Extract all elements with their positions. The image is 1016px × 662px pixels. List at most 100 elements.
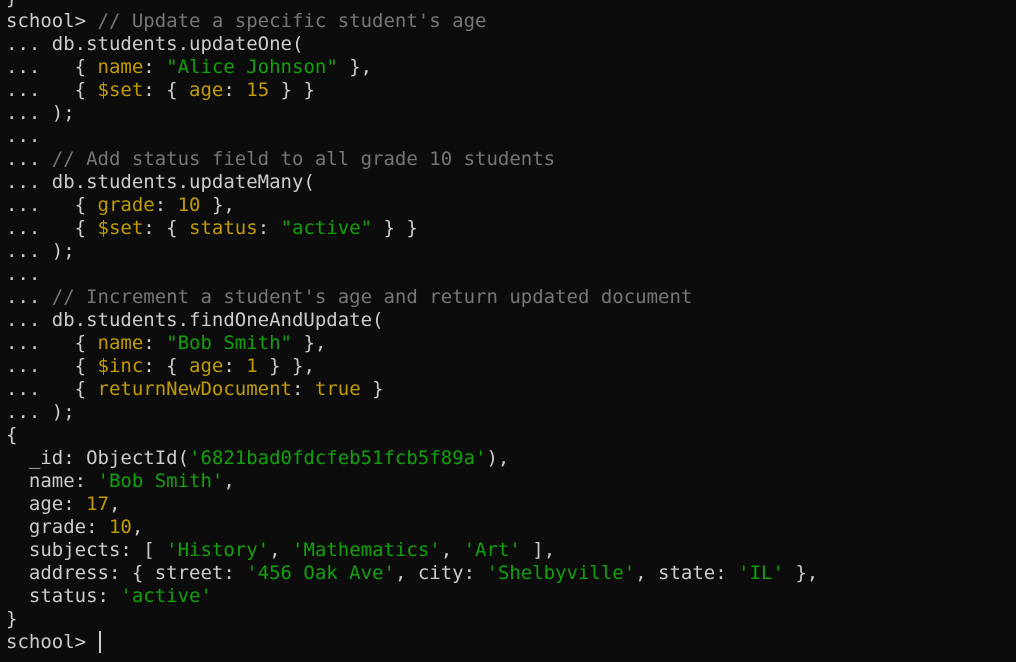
token-keyword: name — [97, 332, 144, 354]
token-default: ... { — [6, 56, 98, 78]
token-default: : { — [143, 355, 190, 377]
token-default: ... — [6, 148, 52, 170]
token-string: 'IL' — [738, 562, 784, 584]
terminal-line: subjects: [ 'History', 'Mathematics', 'A… — [6, 539, 818, 562]
token-default: } — [360, 378, 384, 400]
token-string: 'Bob Smith' — [97, 470, 224, 492]
text-cursor[interactable] — [98, 631, 101, 653]
token-default: : { — [143, 79, 190, 101]
terminal-line: } — [6, 0, 818, 10]
terminal-line: school> // Update a specific student's a… — [6, 10, 818, 33]
token-keyword: $set — [97, 79, 144, 101]
token-default: ... — [6, 125, 41, 147]
terminal-line: ... { $inc: { age: 1 } }, — [6, 355, 818, 378]
token-keyword: $set — [97, 217, 144, 239]
terminal-line: ... ); — [6, 240, 818, 263]
token-number: 1 — [246, 355, 258, 377]
token-default: : — [291, 378, 315, 400]
terminal-line: ... { grade: 10 }, — [6, 194, 818, 217]
token-default: } } — [269, 79, 315, 101]
terminal-line: ... // Increment a student's age and ret… — [6, 286, 818, 309]
token-default: } — [6, 608, 18, 630]
token-default: ... { — [6, 79, 98, 101]
terminal-line: grade: 10, — [6, 516, 818, 539]
shell-prompt: school> — [6, 631, 98, 653]
terminal-line: ... // Add status field to all grade 10 … — [6, 148, 818, 171]
terminal-line: status: 'active' — [6, 585, 818, 608]
token-number: 10 — [177, 194, 201, 216]
token-default: ... { — [6, 332, 98, 354]
terminal-line: ... — [6, 263, 818, 286]
token-default: , — [108, 493, 121, 515]
token-default: school> — [6, 10, 98, 32]
token-default: _id: ObjectId( — [6, 447, 190, 469]
token-default: name: — [6, 470, 98, 492]
token-string: 'Shelbyville' — [486, 562, 636, 584]
token-default: ... — [6, 263, 41, 285]
token-number: 17 — [86, 493, 109, 515]
token-default: ... { — [6, 194, 98, 216]
token-number: 15 — [246, 79, 270, 101]
terminal-line: ... { $set: { status: "active" } } — [6, 217, 818, 240]
terminal-line: ... { name: "Alice Johnson" }, — [6, 56, 818, 79]
token-default: ... — [6, 286, 52, 308]
terminal-line: _id: ObjectId('6821bad0fdcfeb51fcb5f89a'… — [6, 447, 818, 470]
terminal-line: ... { $set: { age: 15 } } — [6, 79, 818, 102]
token-keyword: grade — [97, 194, 155, 216]
token-comment: // Increment a student's age and return … — [51, 286, 693, 308]
token-number: 10 — [108, 516, 132, 538]
terminal-line: ... db.students.updateMany( — [6, 171, 818, 194]
token-default: : — [143, 332, 167, 354]
token-default: , city: — [394, 562, 487, 584]
token-default: }, — [200, 194, 235, 216]
prompt-line[interactable]: school> — [6, 631, 818, 654]
terminal-line: age: 17, — [6, 493, 818, 516]
token-default: : — [257, 217, 281, 239]
token-keyword: true — [314, 378, 361, 400]
token-default: , state: — [635, 562, 739, 584]
token-default: { — [6, 424, 18, 446]
terminal-window[interactable]: }school> // Update a specific student's … — [0, 0, 1016, 662]
token-default: : { — [143, 217, 190, 239]
token-string: "active" — [280, 217, 373, 239]
token-keyword: returnNewDocument — [97, 378, 292, 400]
token-comment: // Update a specific student's age — [97, 10, 487, 32]
token-default: }, — [292, 332, 327, 354]
terminal-line: ... db.students.updateOne( — [6, 33, 818, 56]
terminal-line: address: { street: '456 Oak Ave', city: … — [6, 562, 818, 585]
terminal-line: ... ); — [6, 102, 818, 125]
terminal-line: ... { name: "Bob Smith" }, — [6, 332, 818, 355]
token-default: , — [223, 470, 235, 492]
token-keyword: age — [189, 355, 224, 377]
token-default: age: — [6, 493, 87, 515]
token-string: '456 Oak Ave' — [246, 562, 395, 584]
token-default: ... db.students.findOneAndUpdate( — [6, 309, 384, 331]
terminal-line: name: 'Bob Smith', — [6, 470, 818, 493]
token-default: , — [131, 516, 144, 538]
token-default: } }, — [257, 355, 315, 377]
token-keyword: $inc — [97, 355, 144, 377]
terminal-line: ... { returnNewDocument: true } — [6, 378, 818, 401]
token-default: : — [154, 194, 178, 216]
token-default: ), — [486, 447, 510, 469]
token-string: 'Mathematics' — [292, 539, 441, 561]
token-default: ... { — [6, 217, 98, 239]
token-keyword: name — [97, 56, 144, 78]
token-default: }, — [783, 562, 819, 584]
token-default: address: { street: — [6, 562, 247, 584]
token-default: ... ); — [6, 102, 75, 124]
terminal-line: ... ); — [6, 401, 818, 424]
terminal-line: { — [6, 424, 818, 447]
token-default: subjects: [ — [6, 539, 167, 561]
token-default: : — [223, 355, 247, 377]
terminal-output: }school> // Update a specific student's … — [6, 0, 818, 654]
token-default: , — [440, 539, 464, 561]
token-default: ... ); — [6, 240, 75, 262]
token-string: '6821bad0fdcfeb51fcb5f89a' — [189, 447, 487, 469]
token-default: grade: — [6, 516, 109, 538]
token-keyword: status — [189, 217, 258, 239]
terminal-line: } — [6, 608, 818, 631]
token-default: status: — [6, 585, 121, 607]
terminal-line: ... — [6, 125, 818, 148]
token-string: 'active' — [120, 585, 212, 607]
